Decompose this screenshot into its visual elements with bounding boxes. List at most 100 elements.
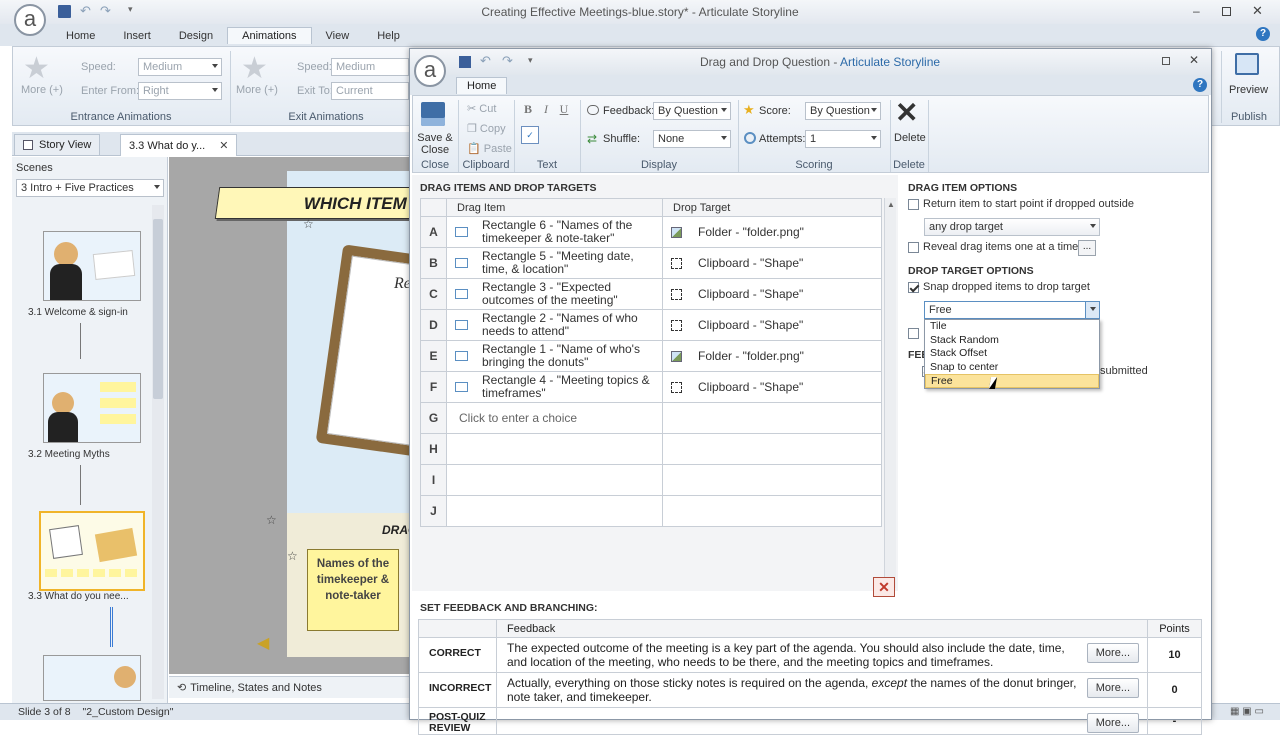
save-icon[interactable] xyxy=(58,5,71,18)
preview-button[interactable]: Preview xyxy=(1229,84,1268,96)
snap-mode-select[interactable]: Free xyxy=(924,301,1100,319)
scroll-up-icon[interactable]: ▲ xyxy=(887,200,895,209)
table-row[interactable]: G Click to enter a choice xyxy=(420,402,882,434)
timeline-toggle[interactable]: ⟲ Timeline, States and Notes xyxy=(169,676,409,698)
minimize-icon[interactable]: – xyxy=(1193,4,1200,18)
feedback-text-cell[interactable]: More... xyxy=(496,707,1148,735)
drag-item-cell[interactable]: Rectangle 4 - "Meeting topics & timefram… xyxy=(446,371,663,403)
drag-item-cell[interactable]: Rectangle 2 - "Names of who needs to att… xyxy=(446,309,663,341)
underline-button[interactable]: U xyxy=(555,102,573,117)
drop-target-cell[interactable]: Folder - "folder.png" xyxy=(662,216,882,248)
drop-target-cell[interactable]: Clipboard - "Shape" xyxy=(662,278,882,310)
feedback-text-cell[interactable]: The expected outcome of the meeting is a… xyxy=(496,637,1148,673)
drop-target-cell[interactable]: Folder - "folder.png" xyxy=(662,340,882,372)
table-row[interactable]: H xyxy=(420,433,882,465)
entrance-star-icon[interactable]: ★ xyxy=(23,51,50,86)
save-close-button[interactable]: Save & Close xyxy=(417,132,453,156)
dialog-save-icon[interactable] xyxy=(459,56,471,68)
speaker-icon[interactable]: ◀ xyxy=(257,633,269,653)
option-free[interactable]: Free xyxy=(925,374,1099,388)
tab-view[interactable]: View xyxy=(312,28,364,44)
more-button[interactable]: More... xyxy=(1086,678,1139,698)
drag-item-cell[interactable]: Rectangle 3 - "Expected outcomes of the … xyxy=(446,278,663,310)
exit-speed-select[interactable]: Medium xyxy=(331,58,409,76)
undo-icon[interactable]: ↶ xyxy=(80,3,91,19)
option-snap-to-center[interactable]: Snap to center xyxy=(925,361,1099,375)
tab-slide-3-3[interactable]: 3.3 What do y... ✕ xyxy=(120,134,238,156)
table-row[interactable]: E Rectangle 1 - "Name of who's bringing t… xyxy=(420,340,882,372)
exit-star-icon[interactable]: ★ xyxy=(241,51,268,86)
delete-button[interactable]: Delete xyxy=(894,132,926,144)
dropdown-arrow-icon[interactable] xyxy=(1085,302,1099,318)
entrance-more-button[interactable]: More (+) xyxy=(21,84,63,96)
qat-dropdown-icon[interactable]: ▾ xyxy=(128,4,133,15)
tab-insert[interactable]: Insert xyxy=(109,28,165,44)
points-cell[interactable]: 0 xyxy=(1147,672,1202,708)
tab-help[interactable]: Help xyxy=(363,28,414,44)
dialog-qat-dropdown-icon[interactable]: ▾ xyxy=(528,55,533,66)
more-button[interactable]: More... xyxy=(1086,643,1139,663)
table-row[interactable]: F Rectangle 4 - "Meeting topics & timefra… xyxy=(420,371,882,403)
option-stack-offset[interactable]: Stack Offset xyxy=(925,347,1099,361)
close-icon[interactable]: ✕ xyxy=(1252,3,1263,19)
dialog-restore-icon[interactable] xyxy=(1162,57,1170,65)
dialog-tab-home[interactable]: Home xyxy=(456,77,508,94)
help-icon[interactable]: ? xyxy=(1256,27,1270,41)
table-row[interactable]: B Rectangle 5 - "Meeting date, time, & lo… xyxy=(420,247,882,279)
table-row[interactable]: I xyxy=(420,464,882,496)
items-scrollbar[interactable]: ▲ ▼ xyxy=(884,198,896,588)
maximize-icon[interactable] xyxy=(1222,7,1231,16)
dialog-logo-icon[interactable]: a xyxy=(414,55,446,87)
feedback-row[interactable]: CORRECT The expected outcome of the meeti… xyxy=(418,637,1202,673)
preview-monitor-icon[interactable] xyxy=(1235,53,1259,75)
italic-button[interactable]: I xyxy=(537,102,555,117)
table-row[interactable]: C Rectangle 3 - "Expected outcomes of the… xyxy=(420,278,882,310)
app-logo-icon[interactable]: a xyxy=(14,4,46,36)
tab-animations[interactable]: Animations xyxy=(227,27,312,44)
table-row[interactable]: A Rectangle 6 - "Names of the timekeeper … xyxy=(420,216,882,248)
scene-select[interactable]: 3 Intro + Five Practices xyxy=(16,179,164,197)
slide-thumb-3-2[interactable] xyxy=(43,373,141,443)
copy-button[interactable]: ❐ Copy xyxy=(467,122,506,135)
title-banner[interactable]: WHICH ITEM xyxy=(214,187,420,219)
tab-story-view[interactable]: Story View xyxy=(14,134,101,156)
reveal-options-button[interactable]: ... xyxy=(1078,240,1096,256)
dialog-redo-icon[interactable]: ↷ xyxy=(502,53,513,69)
shuffle-select[interactable]: None xyxy=(653,130,731,148)
entrance-from-select[interactable]: Right xyxy=(138,82,222,100)
exit-to-select[interactable]: Current xyxy=(331,82,409,100)
return-target-select[interactable]: any drop target xyxy=(924,218,1100,236)
feedback-text-cell[interactable]: Actually, everything on those sticky not… xyxy=(496,672,1148,708)
tab-design[interactable]: Design xyxy=(165,28,227,44)
hidden-option-checkbox[interactable] xyxy=(908,327,919,339)
delete-x-icon[interactable]: ✕ xyxy=(895,96,918,129)
slide-thumb-3-1[interactable] xyxy=(43,231,141,301)
save-close-icon[interactable] xyxy=(421,102,445,126)
dialog-help-icon[interactable]: ? xyxy=(1193,78,1207,92)
view-icons[interactable]: ▦ ▣ ▭ xyxy=(1230,706,1264,717)
remove-choice-icon[interactable]: ✕ xyxy=(873,577,895,597)
scenes-scrollbar[interactable] xyxy=(152,205,164,699)
redo-icon[interactable]: ↷ xyxy=(100,3,111,19)
return-item-checkbox[interactable] xyxy=(908,198,919,210)
drag-item-cell[interactable]: Rectangle 6 - "Names of the timekeeper &… xyxy=(446,216,663,248)
drop-target-cell[interactable]: Clipboard - "Shape" xyxy=(662,247,882,279)
dialog-close-icon[interactable]: ✕ xyxy=(1189,53,1199,67)
more-button[interactable]: More... xyxy=(1086,713,1139,733)
option-tile[interactable]: Tile xyxy=(925,320,1099,334)
feedback-row[interactable]: POST-QUIZ REVIEW More... - xyxy=(418,707,1202,735)
table-row[interactable]: D Rectangle 2 - "Names of who needs to at… xyxy=(420,309,882,341)
snap-checkbox[interactable] xyxy=(908,281,919,293)
sticky-note[interactable]: Names of the timekeeper & note-taker xyxy=(307,549,399,631)
drop-target-cell[interactable]: Clipboard - "Shape" xyxy=(662,309,882,341)
slide-thumb-3-3[interactable] xyxy=(39,511,145,591)
spellcheck-icon[interactable]: ✓ xyxy=(521,126,539,144)
entrance-speed-select[interactable]: Medium xyxy=(138,58,222,76)
drop-target-cell[interactable]: Clipboard - "Shape" xyxy=(662,371,882,403)
choice-placeholder[interactable]: Click to enter a choice xyxy=(446,402,663,434)
dialog-undo-icon[interactable]: ↶ xyxy=(480,53,491,69)
option-stack-random[interactable]: Stack Random xyxy=(925,334,1099,348)
paste-button[interactable]: 📋 Paste xyxy=(467,142,512,155)
close-tab-icon[interactable]: ✕ xyxy=(219,139,228,152)
feedback-row[interactable]: INCORRECT Actually, everything on those s… xyxy=(418,672,1202,708)
